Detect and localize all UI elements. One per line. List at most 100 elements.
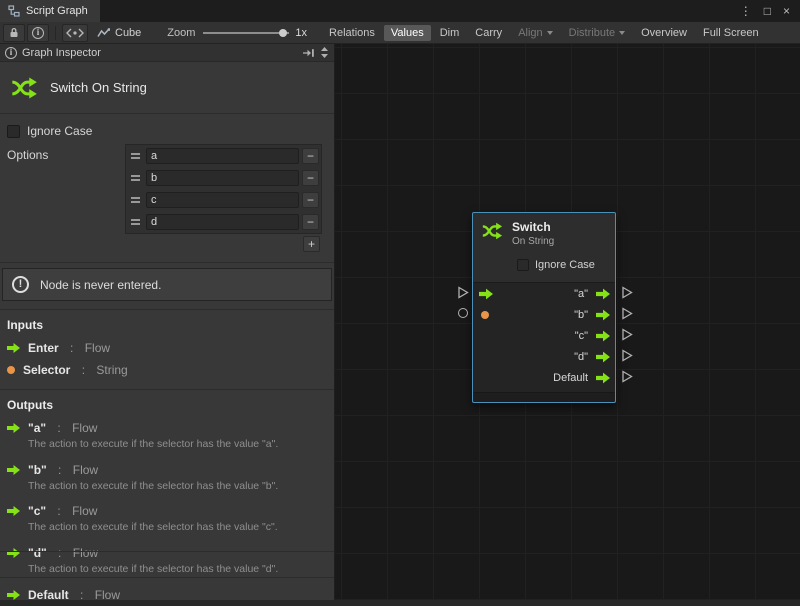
drag-handle-icon[interactable]: [128, 175, 143, 181]
dock-icon[interactable]: [302, 48, 315, 58]
port-type: Flow: [73, 463, 98, 477]
selector-input-port[interactable]: [481, 311, 489, 319]
warning-box: Node is never entered.: [2, 268, 332, 301]
type-separator: :: [67, 341, 77, 355]
warning-text: Node is never entered.: [40, 278, 161, 292]
ignore-case-checkbox[interactable]: [7, 125, 20, 138]
flow-output-port[interactable]: [596, 330, 610, 341]
ext-flow-triangle[interactable]: [621, 307, 633, 320]
distribute-button[interactable]: Distribute: [562, 25, 632, 41]
port-description: The action to execute if the selector ha…: [28, 521, 328, 535]
relations-button[interactable]: Relations: [322, 25, 382, 41]
options-footer: +: [125, 234, 322, 254]
chevron-down-icon: [619, 31, 625, 35]
port-name: "d": [28, 546, 47, 560]
port-name: Default: [28, 588, 69, 602]
option-row: −: [126, 189, 321, 211]
graph-canvas[interactable]: Switch On String Ignore Case "a": [335, 44, 800, 600]
node-ports: "a" "b" "c" "d": [473, 282, 615, 392]
ext-flow-triangle[interactable]: [621, 370, 633, 383]
full-screen-button[interactable]: Full Screen: [696, 25, 766, 41]
zoom-slider[interactable]: [203, 32, 289, 34]
close-icon[interactable]: ×: [783, 4, 790, 18]
flow-arrow-icon: [7, 343, 20, 353]
drag-handle-icon[interactable]: [128, 219, 143, 225]
flow-output-port[interactable]: [596, 288, 610, 299]
output-entry: "c" : Flow The action to execute if the …: [0, 500, 334, 535]
info-icon: [5, 47, 17, 59]
flow-input-port[interactable]: [479, 288, 493, 299]
ignore-case-checkbox[interactable]: [517, 259, 529, 271]
port-type: Flow: [85, 341, 110, 355]
flow-output-port[interactable]: [596, 372, 610, 383]
type-separator: :: [78, 363, 88, 377]
output-entry: "d" : Flow The action to execute if the …: [0, 542, 334, 577]
ext-flow-triangle[interactable]: [621, 349, 633, 362]
port-name: "a": [28, 421, 46, 435]
edit-graph-button[interactable]: [62, 24, 88, 42]
tab-bar: Script Graph ⋮ □ ×: [0, 0, 800, 22]
output-port-row: "d" : Flow: [0, 542, 334, 564]
node-port-row: "d": [473, 346, 615, 367]
window-controls: ⋮ □ ×: [730, 0, 800, 22]
ext-flow-triangle[interactable]: [621, 328, 633, 341]
divider: [0, 262, 334, 263]
node-port-row: "a": [473, 283, 615, 304]
ext-value-circle[interactable]: [458, 308, 468, 318]
option-input[interactable]: [146, 148, 299, 164]
carry-button[interactable]: Carry: [468, 25, 509, 41]
port-type: Flow: [73, 546, 98, 560]
lock-button[interactable]: [3, 24, 25, 42]
divider: [0, 551, 334, 552]
switch-node[interactable]: Switch On String Ignore Case "a": [472, 212, 616, 403]
info-icon: [32, 27, 44, 39]
overview-button[interactable]: Overview: [634, 25, 694, 41]
flow-arrow-icon: [7, 548, 20, 558]
maximize-icon[interactable]: □: [764, 4, 771, 18]
node-subtitle: On String: [512, 236, 554, 248]
add-button[interactable]: +: [303, 236, 320, 252]
drag-handle-icon[interactable]: [128, 197, 143, 203]
dim-button[interactable]: Dim: [433, 25, 467, 41]
flow-output-port[interactable]: [596, 309, 610, 320]
zoom-handle[interactable]: [279, 29, 287, 37]
port-label: "d": [574, 351, 588, 363]
ignore-case-label: Ignore Case: [535, 259, 595, 271]
input-port-row: Selector : String: [0, 359, 334, 381]
script-graph-window: Script Graph ⋮ □ × Cube: [0, 0, 800, 600]
code-icon: [66, 28, 84, 38]
divider: [0, 577, 334, 578]
options-row: Options − −: [0, 140, 334, 254]
port-type: Flow: [72, 421, 97, 435]
type-separator: :: [54, 504, 64, 518]
inspect-toggle-button[interactable]: [27, 24, 49, 42]
tab-script-graph[interactable]: Script Graph: [0, 0, 100, 22]
node-port-row: Default: [473, 367, 615, 388]
type-separator: :: [77, 588, 87, 602]
values-button[interactable]: Values: [384, 25, 431, 41]
output-entry: "a" : Flow The action to execute if the …: [0, 417, 334, 452]
port-description: The action to execute if the selector ha…: [28, 563, 328, 577]
graph-name: Cube: [115, 27, 141, 39]
option-input[interactable]: [146, 214, 299, 230]
align-button[interactable]: Align: [511, 25, 559, 41]
remove-button[interactable]: −: [302, 148, 319, 164]
remove-button[interactable]: −: [302, 192, 319, 208]
flow-arrow-icon: [7, 590, 20, 600]
remove-button[interactable]: −: [302, 170, 319, 186]
distribute-label: Distribute: [569, 27, 615, 39]
graph-breadcrumb[interactable]: Cube: [97, 27, 141, 39]
flow-output-port[interactable]: [596, 351, 610, 362]
option-input[interactable]: [146, 170, 299, 186]
window-menu-icon[interactable]: ⋮: [740, 4, 752, 18]
drag-handle-icon[interactable]: [128, 153, 143, 159]
ext-flow-triangle[interactable]: [621, 286, 633, 299]
zoom-value: 1x: [295, 27, 307, 39]
options-box: − − −: [125, 144, 322, 234]
remove-button[interactable]: −: [302, 214, 319, 230]
scroll-arrows-icon[interactable]: [320, 46, 329, 59]
ext-flow-triangle[interactable]: [457, 286, 469, 299]
option-input[interactable]: [146, 192, 299, 208]
node-ignore-case-row: Ignore Case: [517, 256, 615, 274]
unit-title: Switch On String: [50, 80, 147, 95]
